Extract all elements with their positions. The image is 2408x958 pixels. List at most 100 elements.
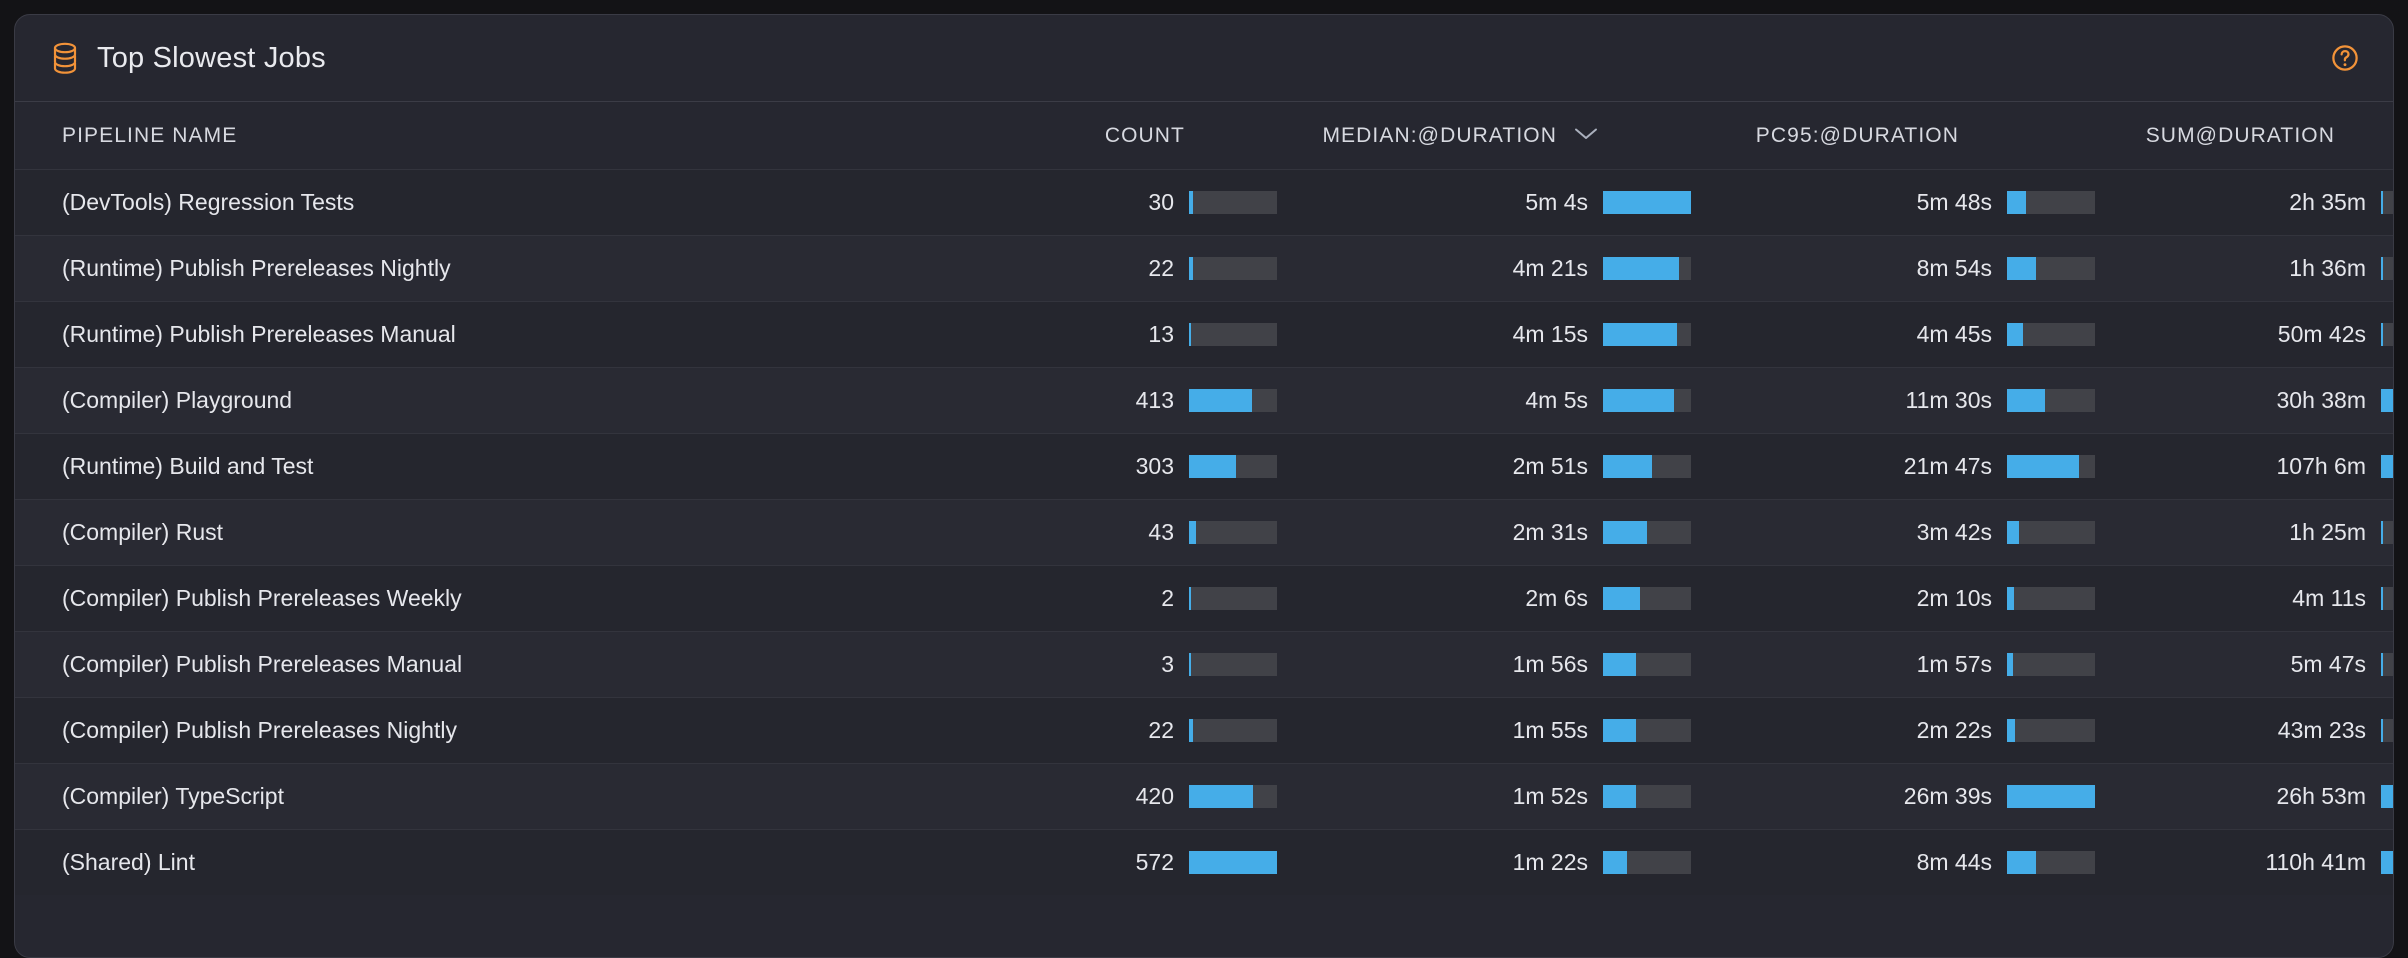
pc95-value: 11m 30s (1905, 387, 1992, 413)
count-value: 413 (1135, 387, 1174, 413)
count-bar-fill (1189, 191, 1194, 214)
sum-bar-fill (2381, 323, 2383, 346)
med-bar-fill (1603, 785, 1636, 808)
cell-pc95: 26m 39s (1707, 783, 2107, 810)
column-header-count[interactable]: COUNT (955, 124, 1307, 148)
pc95-bar-track (2007, 191, 2095, 214)
table-row[interactable]: (Compiler) Publish Prereleases Manual 3 1m… (15, 631, 2393, 697)
pc95-bar-track (2007, 323, 2095, 346)
sum-bar-fill (2381, 587, 2383, 610)
column-header-pipeline-name[interactable]: PIPELINE NAME (15, 124, 955, 148)
pc95-bar-track (2007, 587, 2095, 610)
pc95-bar-track (2007, 257, 2095, 280)
table-body: (DevTools) Regression Tests 30 5m 4s 5m 48s… (15, 169, 2393, 895)
sum-bar-track (2381, 851, 2393, 874)
pc95-value: 8m 54s (1916, 255, 1992, 281)
count-bar-track (1189, 455, 1277, 478)
pc95-value: 2m 22s (1916, 717, 1992, 743)
table-row[interactable]: (DevTools) Regression Tests 30 5m 4s 5m 48s… (15, 169, 2393, 235)
table-row[interactable]: (Compiler) Playground 413 4m 5s 11m 30s 30h … (15, 367, 2393, 433)
column-header-sum-duration[interactable]: SUM@DURATION (2107, 124, 2393, 148)
med-bar-track (1603, 323, 1691, 346)
cell-med: 1m 22s (1307, 849, 1707, 876)
sum-value: 1h 25m (2289, 519, 2366, 545)
pc95-value: 1m 57s (1916, 651, 1992, 677)
cell-count: 572 (955, 849, 1307, 876)
table-row[interactable]: (Runtime) Publish Prereleases Manual 13 4m… (15, 301, 2393, 367)
sum-bar-fill (2381, 521, 2383, 544)
cell-med: 1m 55s (1307, 717, 1707, 744)
cell-pipeline-name[interactable]: (Runtime) Publish Prereleases Manual (15, 321, 955, 348)
cell-pc95: 8m 54s (1707, 255, 2107, 282)
table-row[interactable]: (Shared) Lint 572 1m 22s 8m 44s 110h 41m (15, 829, 2393, 895)
med-bar-track (1603, 785, 1691, 808)
cell-sum: 43m 23s (2107, 717, 2393, 744)
table-row[interactable]: (Runtime) Build and Test 303 2m 51s 21m 47s… (15, 433, 2393, 499)
med-bar-fill (1603, 191, 1691, 214)
cell-count: 413 (955, 387, 1307, 414)
table-row[interactable]: (Compiler) Publish Prereleases Nightly 22… (15, 697, 2393, 763)
cell-pipeline-name[interactable]: (Compiler) Rust (15, 519, 955, 546)
count-bar-track (1189, 719, 1277, 742)
count-bar-fill (1189, 323, 1191, 346)
column-header-pc95-duration[interactable]: PC95:@DURATION (1707, 124, 2107, 148)
sum-bar-track (2381, 389, 2393, 412)
pipeline-name-label: (Shared) Lint (62, 849, 195, 875)
med-bar-fill (1603, 389, 1675, 412)
med-bar-fill (1603, 587, 1640, 610)
column-header-median-duration[interactable]: MEDIAN:@DURATION (1307, 124, 1707, 148)
sum-bar-fill (2381, 257, 2383, 280)
pc95-bar-fill (2007, 323, 2023, 346)
cell-pipeline-name[interactable]: (Compiler) Publish Prereleases Nightly (15, 717, 955, 744)
pc95-value: 5m 48s (1916, 189, 1992, 215)
count-value: 22 (1148, 717, 1174, 743)
pipeline-name-label: (Runtime) Build and Test (62, 453, 314, 479)
table-row[interactable]: (Compiler) TypeScript 420 1m 52s 26m 39s 26h… (15, 763, 2393, 829)
table-row[interactable]: (Compiler) Rust 43 2m 31s 3m 42s 1h 25m (15, 499, 2393, 565)
sum-bar-fill (2381, 389, 2393, 412)
pipeline-name-label: (Compiler) Rust (62, 519, 224, 545)
cell-pipeline-name[interactable]: (Compiler) Publish Prereleases Weekly (15, 585, 955, 612)
cell-med: 4m 5s (1307, 387, 1707, 414)
count-bar-fill (1189, 587, 1191, 610)
cell-pipeline-name[interactable]: (Compiler) TypeScript (15, 783, 955, 810)
cell-count: 22 (955, 717, 1307, 744)
med-value: 2m 51s (1512, 453, 1588, 479)
sum-value: 30h 38m (2276, 387, 2366, 413)
count-value: 30 (1148, 189, 1174, 215)
table-header-row: PIPELINE NAME COUNT MEDIAN:@DURATION PC9… (15, 101, 2393, 169)
pc95-bar-fill (2007, 389, 2045, 412)
chevron-down-icon[interactable] (1573, 126, 1599, 146)
count-bar-track (1189, 653, 1277, 676)
pipeline-name-label: (Compiler) Publish Prereleases Weekly (62, 585, 462, 611)
pc95-bar-fill (2007, 851, 2037, 874)
pc95-bar-track (2007, 653, 2095, 676)
med-value: 1m 52s (1512, 783, 1588, 809)
med-bar-fill (1603, 653, 1637, 676)
cell-pipeline-name[interactable]: (Compiler) Publish Prereleases Manual (15, 651, 955, 678)
table-row[interactable]: (Compiler) Publish Prereleases Weekly 2 2m… (15, 565, 2393, 631)
med-value: 2m 6s (1525, 585, 1588, 611)
pc95-bar-fill (2007, 587, 2015, 610)
cell-pc95: 11m 30s (1707, 387, 2107, 414)
help-circle-icon[interactable] (2327, 40, 2363, 76)
cell-pipeline-name[interactable]: (Runtime) Publish Prereleases Nightly (15, 255, 955, 282)
cell-count: 22 (955, 255, 1307, 282)
jobs-table: PIPELINE NAME COUNT MEDIAN:@DURATION PC9… (15, 101, 2393, 895)
table-row[interactable]: (Runtime) Publish Prereleases Nightly 22 4… (15, 235, 2393, 301)
pc95-value: 2m 10s (1916, 585, 1992, 611)
sum-value: 1h 36m (2289, 255, 2366, 281)
cell-pipeline-name[interactable]: (Runtime) Build and Test (15, 453, 955, 480)
count-bar-fill (1189, 851, 1277, 874)
cell-pipeline-name[interactable]: (Shared) Lint (15, 849, 955, 876)
card-header: Top Slowest Jobs (15, 15, 2393, 101)
sum-value: 5m 47s (2290, 651, 2366, 677)
cell-pipeline-name[interactable]: (Compiler) Playground (15, 387, 955, 414)
count-value: 420 (1135, 783, 1174, 809)
top-slowest-jobs-card: Top Slowest Jobs PIPELINE NAME COUNT MED… (14, 14, 2394, 958)
pc95-bar-track (2007, 785, 2095, 808)
cell-pc95: 8m 44s (1707, 849, 2107, 876)
cell-pipeline-name[interactable]: (DevTools) Regression Tests (15, 189, 955, 216)
med-value: 4m 21s (1512, 255, 1588, 281)
cell-count: 303 (955, 453, 1307, 480)
